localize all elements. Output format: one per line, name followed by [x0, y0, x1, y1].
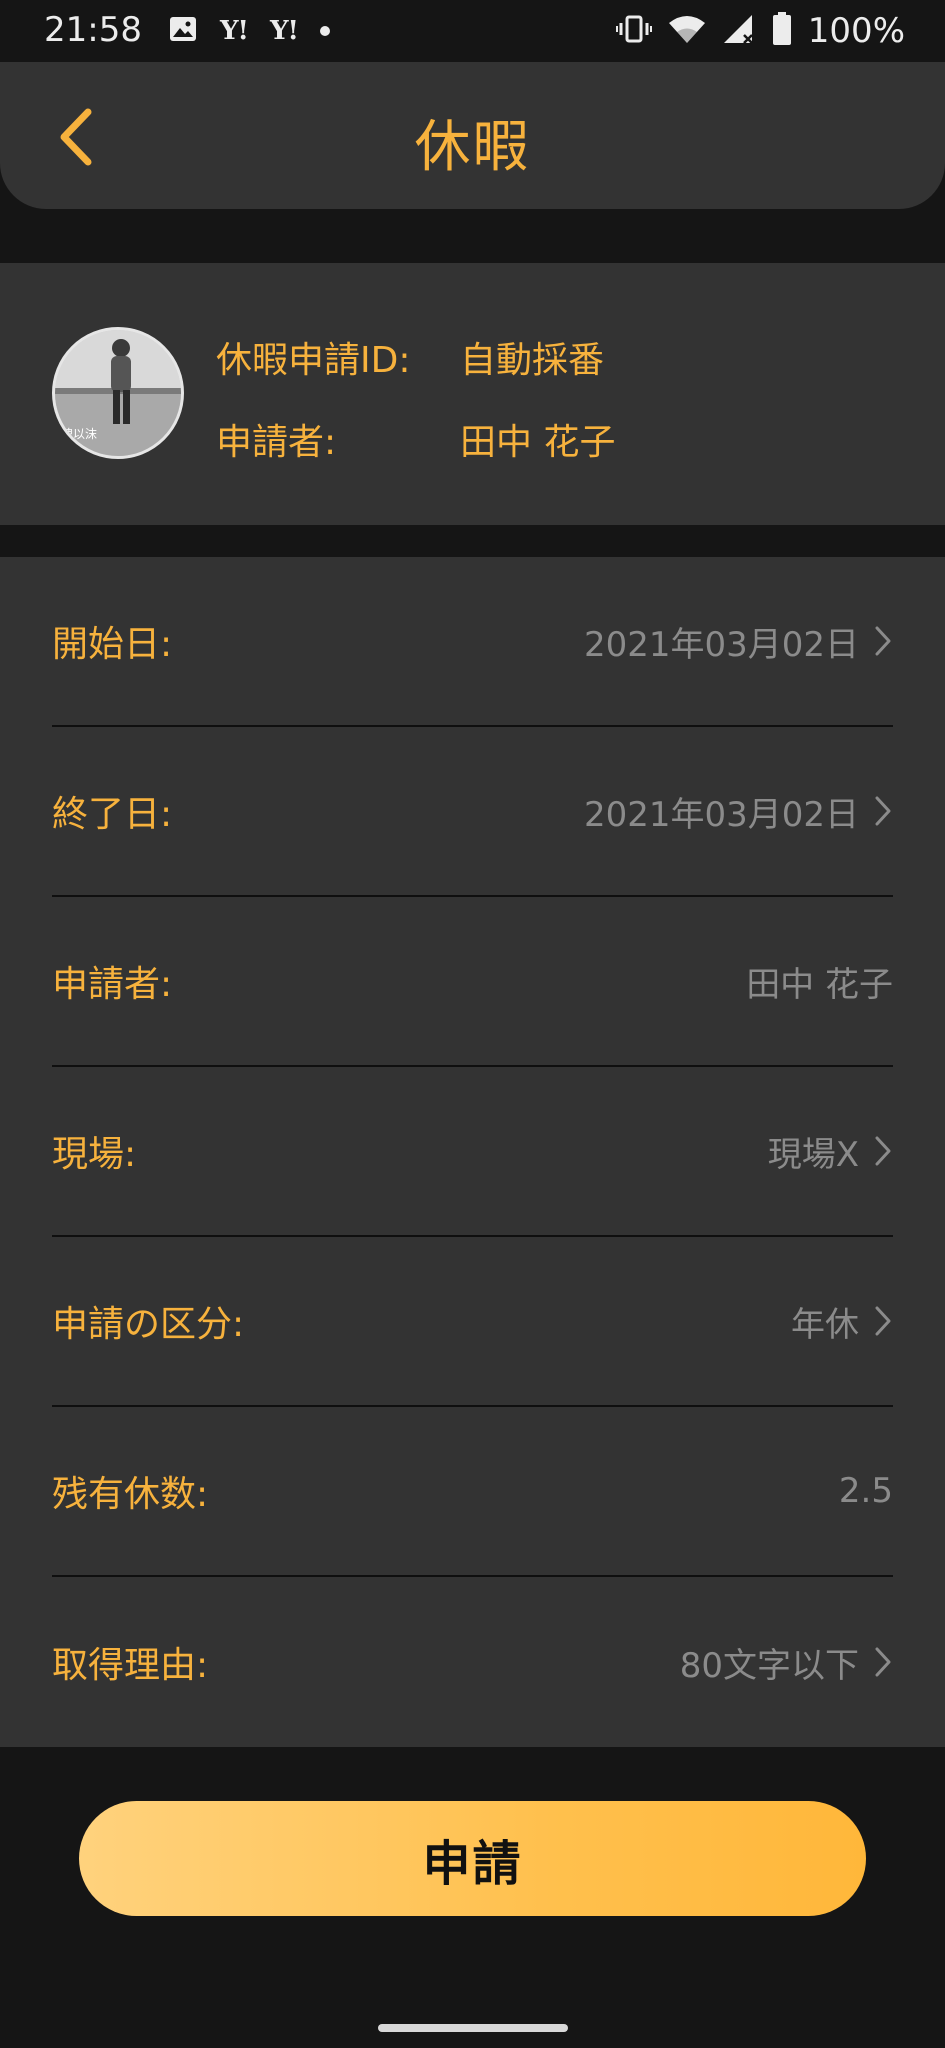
leave-type-value: 年休	[791, 1304, 859, 1345]
chevron-right-icon	[875, 626, 891, 656]
page-title: 休暇	[414, 115, 531, 180]
image-icon	[168, 14, 198, 48]
profile-card: 瑰以沫 休暇申請ID: 自動採番 申請者: 田中 花子	[0, 263, 945, 525]
app-header: 休暇	[0, 62, 945, 209]
start-date-value-group: 2021年03月02日	[584, 617, 893, 666]
system-icons: 100%	[615, 11, 905, 51]
start-date-value: 2021年03月02日	[583, 624, 859, 665]
applicant-row-label: 申請者:	[52, 964, 173, 1005]
reason-value-group: 80文字以下	[680, 1638, 893, 1687]
applicant-value: 田中 花子	[460, 422, 616, 463]
applicant-row-value: 田中 花子	[746, 964, 893, 1005]
site-label: 現場:	[52, 1134, 137, 1175]
submit-label: 申請	[422, 1835, 523, 1892]
signal-icon	[722, 13, 756, 49]
reason-placeholder: 80文字以下	[679, 1645, 859, 1686]
yahoo-icon: Y!	[269, 16, 299, 46]
applicant-label: 申請者:	[216, 422, 337, 463]
status-bar: 21:58 Y! Y! 100%	[0, 0, 945, 62]
wifi-icon	[668, 13, 706, 49]
request-id-value: 自動採番	[460, 340, 605, 381]
applicant-row: 申請者: 田中 花子	[52, 897, 893, 1067]
leave-application-screen: 21:58 Y! Y! 100% 休暇 瑰以沫 休暇申請ID: 自動採番 申請者…	[0, 0, 945, 2048]
site-value: 現場X	[767, 1134, 859, 1175]
site-value-group: 現場X	[768, 1127, 893, 1176]
battery-icon	[772, 12, 792, 50]
applicant-row-value-group: 田中 花子	[746, 957, 893, 1006]
start-date-label: 開始日:	[52, 624, 173, 665]
vibrate-icon	[615, 14, 652, 48]
request-id-label: 休暇申請ID:	[216, 340, 411, 381]
yahoo-icon: Y!	[220, 16, 249, 46]
reason-label: 取得理由:	[52, 1645, 209, 1686]
chevron-right-icon	[875, 1306, 891, 1336]
reason-row[interactable]: 取得理由: 80文字以下	[52, 1577, 893, 1747]
chevron-right-icon	[875, 1647, 891, 1677]
remaining-leave-row: 残有休数: 2.5	[52, 1407, 893, 1577]
leave-form: 開始日: 2021年03月02日 終了日: 2021年03月02日 申請者: 田…	[0, 557, 945, 1747]
end-date-label: 終了日:	[52, 794, 173, 835]
leave-type-label: 申請の区分:	[52, 1304, 245, 1345]
avatar-caption: 瑰以沫	[61, 426, 97, 441]
submit-button[interactable]: 申請	[79, 1801, 866, 1916]
end-date-value-group: 2021年03月02日	[584, 787, 893, 836]
site-row[interactable]: 現場: 現場X	[52, 1067, 893, 1237]
start-date-row[interactable]: 開始日: 2021年03月02日	[52, 557, 893, 727]
notification-icons: Y! Y!	[168, 14, 330, 48]
status-time: 21:58	[44, 10, 142, 50]
chevron-right-icon	[875, 1136, 891, 1166]
leave-type-row[interactable]: 申請の区分: 年休	[52, 1237, 893, 1407]
chevron-right-icon	[875, 796, 891, 826]
battery-percent: 100%	[807, 11, 905, 51]
home-indicator[interactable]	[378, 2024, 568, 2032]
leave-type-value-group: 年休	[791, 1297, 893, 1346]
end-date-value: 2021年03月02日	[583, 794, 859, 835]
remaining-leave-value: 2.5	[838, 1471, 893, 1511]
end-date-row[interactable]: 終了日: 2021年03月02日	[52, 727, 893, 897]
remaining-leave-label: 残有休数:	[52, 1474, 209, 1515]
remaining-leave-value-group: 2.5	[839, 1471, 893, 1511]
avatar: 瑰以沫	[52, 327, 184, 459]
dot-icon	[319, 26, 330, 36]
